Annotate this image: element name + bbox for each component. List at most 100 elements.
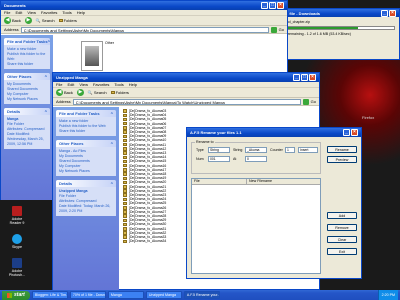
search-button[interactable]: 🔍 Search xyxy=(88,90,107,95)
close-button[interactable]: × xyxy=(309,74,316,81)
go-button[interactable] xyxy=(302,98,309,105)
minimize-button[interactable]: _ xyxy=(343,129,350,136)
folders-button[interactable]: Folders xyxy=(110,90,129,95)
add-button[interactable]: Add xyxy=(327,212,357,219)
toolbar: ◀ Back ▶ 🔍 Search Folders xyxy=(53,88,319,98)
collapse-icon[interactable]: ^ xyxy=(45,109,47,114)
system-tray: 2:20 PM xyxy=(377,290,398,300)
back-arrow-icon: ◀ xyxy=(56,89,63,96)
folder-icon xyxy=(123,239,127,244)
search-icon: 🔍 xyxy=(35,18,41,23)
folder-icon xyxy=(123,231,127,235)
folder-icon xyxy=(123,227,127,231)
taskbar-item-manga[interactable]: Manga xyxy=(107,291,144,299)
string-input[interactable]: _Akuma xyxy=(245,147,267,153)
manga-cover-image xyxy=(85,46,99,66)
folder-icon xyxy=(123,214,127,218)
folder-icon xyxy=(123,235,127,239)
taskbar-item-unzipped-manga[interactable]: Unzipped Manga xyxy=(145,291,182,299)
column-new-filename[interactable]: New Filename xyxy=(247,179,320,184)
collapse-icon[interactable]: ^ xyxy=(111,141,113,146)
menu-file[interactable]: File xyxy=(56,82,62,87)
close-button[interactable]: × xyxy=(277,2,284,9)
collapse-icon[interactable]: ^ xyxy=(111,111,113,116)
at-input[interactable]: 0 xyxy=(245,156,267,162)
folder-icon xyxy=(123,168,127,172)
windows-logo-icon xyxy=(7,292,12,298)
folder-icon xyxy=(123,155,127,160)
folders-icon xyxy=(110,90,115,95)
maximize-button[interactable]: □ xyxy=(301,74,308,81)
menu-help[interactable]: Help xyxy=(129,82,137,87)
menu-edit[interactable]: Edit xyxy=(67,82,74,87)
rename-titlebar: A.F.5 Rename your files 1.1 _ × xyxy=(187,128,361,137)
taskbar-item-rename[interactable]: A.F.5 Rename your... xyxy=(183,291,220,299)
exit-button[interactable]: Exit xyxy=(327,248,357,255)
address-bar: Address C:\Documents and Settings\Ashe\M… xyxy=(53,98,319,106)
menu-favorites[interactable]: Favorites xyxy=(41,10,57,15)
file-folder-tasks: File and Folder Tasks ^ Make a new folder… xyxy=(56,110,116,136)
back-button[interactable]: ◀ Back xyxy=(4,17,21,24)
collapse-icon[interactable]: ^ xyxy=(45,74,47,79)
desktop-icon-photoshop[interactable]: Adobe Photosh... xyxy=(5,258,29,277)
rename-button[interactable]: Rename xyxy=(327,146,357,153)
type-select[interactable]: String xyxy=(208,147,230,153)
collapse-icon[interactable]: ^ xyxy=(48,39,50,44)
taskbar-item-blogger[interactable]: Bloggen: Life & Tim... xyxy=(31,291,68,299)
address-bar: Address C:\Documents and Settings\Ashe\M… xyxy=(1,26,287,34)
minimize-button[interactable]: _ xyxy=(293,74,300,81)
folder-icon xyxy=(123,134,127,139)
minimize-button[interactable]: _ xyxy=(381,9,388,17)
manga-titlebar: Documents _ □ × xyxy=(1,1,287,10)
task-share-folder[interactable]: Share this folder xyxy=(7,62,47,67)
forward-button[interactable]: ▶ xyxy=(76,89,84,96)
menu-tools[interactable]: Tools xyxy=(62,10,71,15)
place-network[interactable]: My Network Places xyxy=(59,169,113,174)
back-button[interactable]: ◀ Back xyxy=(56,89,73,96)
menu-view[interactable]: View xyxy=(79,82,88,87)
clock[interactable]: 2:20 PM xyxy=(382,293,395,297)
string-label: String xyxy=(233,148,243,152)
num-input[interactable]: 001 xyxy=(208,156,230,162)
start-button[interactable]: start xyxy=(2,290,30,300)
menu-tools[interactable]: Tools xyxy=(114,82,123,87)
minimize-button[interactable]: _ xyxy=(261,2,268,9)
folder-icon xyxy=(123,180,127,185)
window-title: Documents xyxy=(4,3,26,8)
counter-input[interactable]: 1 xyxy=(285,147,295,153)
menu-edit[interactable]: Edit xyxy=(15,10,22,15)
desktop-icon-skype[interactable]: Skype xyxy=(6,234,28,249)
preview-button[interactable]: Preview xyxy=(327,156,357,163)
folder-icon xyxy=(123,206,127,210)
forward-button[interactable]: ▶ xyxy=(24,17,32,24)
remove-button[interactable]: Remove xyxy=(327,224,357,231)
clear-button[interactable]: Clear xyxy=(327,236,357,243)
maximize-button[interactable]: □ xyxy=(269,2,276,9)
folder-icon xyxy=(123,185,127,189)
task-share-folder[interactable]: Share this folder xyxy=(59,129,113,134)
address-input[interactable]: C:\Documents and Settings\Ashe\My Docume… xyxy=(20,26,269,33)
menu-help[interactable]: Help xyxy=(77,10,85,15)
task-publish-web[interactable]: Publish this folder to the Web xyxy=(7,52,47,62)
folder-thumbnail[interactable] xyxy=(81,41,103,71)
collapse-icon[interactable]: ^ xyxy=(111,181,113,186)
wallpaper-text: Firefox xyxy=(362,115,375,120)
menu-view[interactable]: View xyxy=(27,10,36,15)
taskbar-item-downloads[interactable]: 70% of 1 file - Down... xyxy=(69,291,106,299)
folder-icon xyxy=(123,176,127,181)
close-button[interactable]: × xyxy=(351,129,358,136)
search-button[interactable]: 🔍 Search xyxy=(36,18,55,23)
menu-file[interactable]: File xyxy=(4,10,10,15)
mode-select[interactable]: Insert xyxy=(298,147,318,153)
folder-icon xyxy=(123,121,127,126)
back-arrow-icon: ◀ xyxy=(4,17,11,24)
menu-favorites[interactable]: Favorites xyxy=(93,82,109,87)
address-input[interactable]: C:\Documents and Settings\Ashe\My Docume… xyxy=(72,98,301,105)
column-file[interactable]: File xyxy=(192,179,247,184)
desktop-icon-adobe-reader[interactable]: Adobe Reader 9 xyxy=(6,206,28,225)
rename-dialog: A.F.5 Rename your files 1.1 _ × Rename to… xyxy=(186,127,362,279)
close-button[interactable]: × xyxy=(389,9,396,17)
go-button[interactable] xyxy=(270,26,277,33)
place-network[interactable]: My Network Places xyxy=(7,97,47,102)
folders-button[interactable]: Folders xyxy=(58,18,77,23)
